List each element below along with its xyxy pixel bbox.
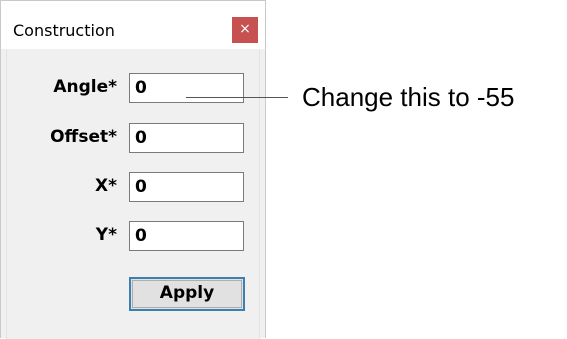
x-label: X*: [95, 176, 117, 196]
close-button[interactable]: ×: [232, 17, 258, 43]
callout-line: [186, 97, 288, 98]
window-title: Construction: [13, 21, 115, 40]
callout-text: Change this to -55: [302, 82, 515, 112]
angle-label: Angle*: [53, 77, 117, 97]
x-input[interactable]: 0: [129, 172, 244, 202]
construction-dialog: Construction × Angle* 0 Offset* 0 X* 0 Y…: [0, 0, 266, 339]
offset-input[interactable]: 0: [129, 123, 244, 153]
title-bar[interactable]: Construction ×: [1, 1, 265, 49]
y-label: Y*: [95, 225, 117, 245]
close-icon: ×: [239, 21, 251, 37]
offset-label: Offset*: [50, 127, 117, 147]
apply-button[interactable]: Apply: [129, 277, 245, 311]
angle-input[interactable]: 0: [129, 73, 244, 103]
apply-button-focus-ring: [132, 280, 242, 308]
y-input[interactable]: 0: [129, 221, 244, 251]
